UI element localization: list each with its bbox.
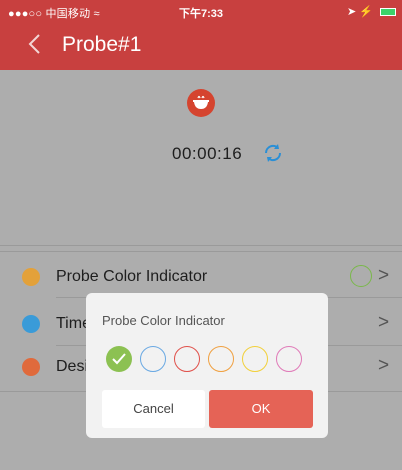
status-time: 下午7:33 (178, 8, 224, 20)
pot-icon (187, 89, 215, 117)
dialog-title: Probe Color Indicator (102, 313, 225, 328)
ok-button[interactable]: OK (209, 390, 313, 428)
swatch-orange[interactable] (208, 346, 234, 372)
selected-color-indicator (350, 265, 372, 287)
status-bar: ●●●○○ 中国移动 ≈ 下午7:33 ➤ ⚡ (0, 0, 402, 22)
swatch-blue[interactable] (140, 346, 166, 372)
chevron-right-icon: > (378, 355, 390, 376)
timer-display: 00:00:16 (172, 144, 243, 163)
swatch-pink[interactable] (276, 346, 302, 372)
app-header: ●●●○○ 中国移动 ≈ 下午7:33 ➤ ⚡ Probe#1 (0, 0, 402, 70)
list-item-label: Probe Color Indicator (56, 268, 208, 285)
cancel-button[interactable]: Cancel (102, 390, 205, 428)
color-picker-dialog: Probe Color Indicator Cancel OK (86, 293, 328, 438)
palette-icon (22, 268, 40, 286)
back-icon[interactable] (24, 32, 48, 56)
list-item-label: Desi (56, 358, 89, 375)
color-swatches (106, 346, 316, 374)
swatch-red[interactable] (174, 346, 200, 372)
status-right-icons: ➤ ⚡ (347, 5, 396, 18)
bell-icon (22, 358, 40, 376)
battery-icon (380, 8, 396, 17)
check-icon (112, 353, 126, 365)
nav-bar: Probe#1 (0, 22, 402, 70)
probe-panel: 00:00:16 (0, 70, 402, 245)
swatch-green[interactable] (106, 346, 132, 372)
location-bluetooth-icon: ➤ ⚡ (346, 6, 373, 18)
chevron-right-icon: > (378, 265, 390, 286)
alarm-clock-icon (22, 315, 40, 333)
chevron-right-icon: > (378, 312, 390, 333)
page-title: Probe#1 (62, 33, 142, 56)
refresh-icon[interactable] (262, 142, 284, 164)
divider (0, 245, 402, 246)
swatch-yellow[interactable] (242, 346, 268, 372)
